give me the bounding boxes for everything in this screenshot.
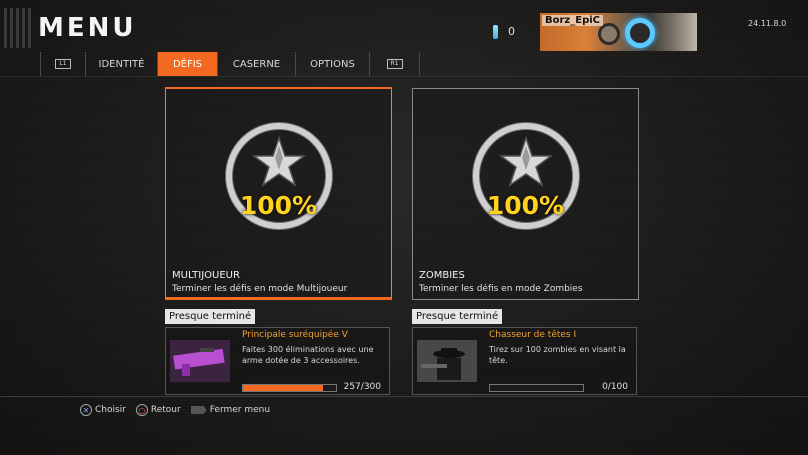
prompt-back[interactable]: ○ Retour <box>135 404 181 416</box>
button-prompts: ✕ Choisir ○ Retour Fermer menu <box>80 404 280 416</box>
options-button-icon <box>190 406 207 414</box>
nav-right-bumper[interactable]: R1 <box>370 52 420 76</box>
almost-done-challenge[interactable]: Principale suréquipée V Faites 300 élimi… <box>165 327 390 395</box>
almost-done-label: Presque terminé <box>412 309 503 324</box>
prompt-choose[interactable]: ✕ Choisir <box>80 404 126 416</box>
header-decoration <box>0 8 34 48</box>
challenge-title: Principale suréquipée V <box>242 330 348 340</box>
page-title: MENU <box>38 13 137 43</box>
tab-options[interactable]: OPTIONS <box>296 52 370 76</box>
footer-divider <box>0 396 808 397</box>
nav-left-bumper[interactable]: L1 <box>40 52 86 76</box>
nav-divider <box>0 76 808 77</box>
prompt-back-label: Retour <box>150 405 181 415</box>
completion-percent: 100% <box>239 191 318 220</box>
almost-done-label: Presque terminé <box>165 309 256 324</box>
challenge-description: Faites 300 éliminations avec une arme do… <box>242 345 374 365</box>
card-zombies[interactable]: 100% ZOMBIES Terminer les défis en mode … <box>412 88 639 300</box>
tab-identite[interactable]: IDENTITÉ <box>86 52 158 76</box>
card-multijoueur[interactable]: 100% MULTIJOUEUR Terminer les défis en m… <box>165 87 392 300</box>
top-nav: L1 IDENTITÉ DÉFIS CASERNE OPTIONS R1 <box>40 52 420 76</box>
progress-fill <box>243 385 323 391</box>
r1-icon: R1 <box>386 59 403 69</box>
calling-card-gear-icon <box>598 23 620 45</box>
cross-button-icon: ✕ <box>80 404 92 416</box>
weapon-thumbnail-icon <box>170 340 230 382</box>
progress-text: 257/300 <box>343 382 381 392</box>
progress-bar <box>242 384 337 392</box>
almost-done-challenge[interactable]: Chasseur de têtes I Tirez sur 100 zombie… <box>412 327 637 395</box>
prompt-close-label: Fermer menu <box>209 405 271 415</box>
l1-icon: L1 <box>55 59 71 69</box>
build-version: 24.11.8.0 <box>748 19 787 28</box>
currency-value: 0 <box>508 25 515 38</box>
tab-caserne[interactable]: CASERNE <box>218 52 296 76</box>
card-description: Terminer les défis en mode Multijoueur <box>172 284 348 294</box>
currency-icon <box>493 25 498 39</box>
tab-defis[interactable]: DÉFIS <box>158 52 218 76</box>
circle-button-icon: ○ <box>135 404 148 416</box>
hunter-thumbnail-icon <box>417 340 477 382</box>
progress-bar <box>489 384 584 392</box>
prompt-choose-label: Choisir <box>95 405 126 415</box>
gamertag: Borz_EpiC <box>542 15 603 26</box>
calling-card[interactable]: Borz_EpiC <box>540 13 697 51</box>
completion-percent: 100% <box>486 191 565 220</box>
card-title: ZOMBIES <box>419 270 465 281</box>
calling-card-portal-icon <box>625 18 655 48</box>
card-title: MULTIJOUEUR <box>172 270 240 281</box>
progress-text: 0/100 <box>602 382 628 392</box>
challenge-description: Tirez sur 100 zombies en visant la tête. <box>489 345 626 365</box>
card-description: Terminer les défis en mode Zombies <box>419 284 583 294</box>
prompt-close-menu[interactable]: Fermer menu <box>190 405 271 415</box>
challenge-title: Chasseur de têtes I <box>489 330 577 340</box>
